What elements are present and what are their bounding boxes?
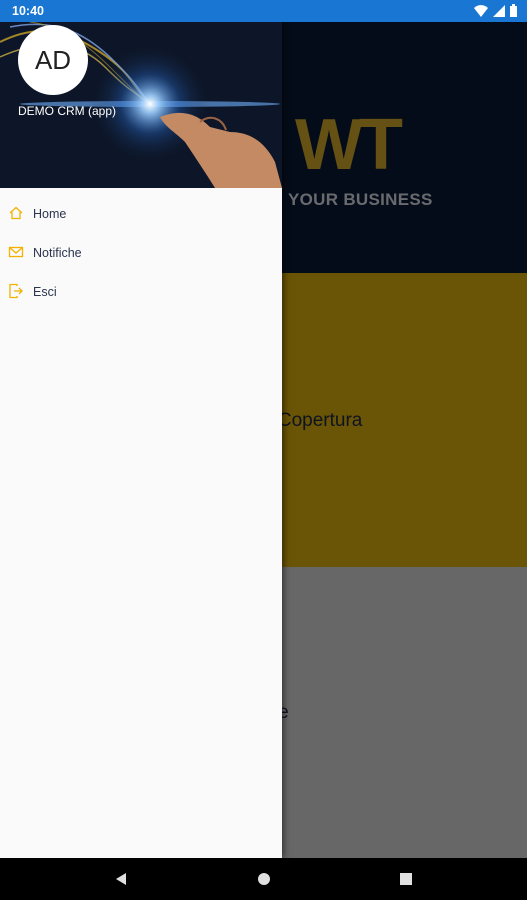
menu-item-esci[interactable]: Esci (0, 274, 282, 310)
menu-item-notifiche[interactable]: Notifiche (0, 235, 282, 271)
menu-item-home[interactable]: Home (0, 196, 282, 232)
home-icon (9, 206, 23, 220)
menu-item-label: Esci (33, 285, 57, 299)
menu-item-label: Notifiche (33, 246, 82, 260)
battery-icon (510, 4, 517, 17)
status-bar: 10:40 (0, 0, 527, 22)
signal-icon (493, 4, 505, 17)
drawer-app-name: DEMO CRM (app) (18, 104, 117, 118)
drawer-header: AD DEMO CRM (app) (0, 22, 282, 188)
navigation-drawer: AD DEMO CRM (app) Home Notifiche Esci (0, 22, 282, 858)
avatar[interactable]: AD (18, 25, 88, 95)
status-time: 10:40 (12, 4, 44, 18)
home-circle-icon[interactable] (257, 872, 271, 886)
exit-icon (9, 283, 23, 299)
status-icons (474, 4, 517, 17)
system-nav-bar (0, 858, 527, 900)
mail-icon (8, 246, 24, 258)
recents-icon[interactable] (399, 872, 413, 886)
back-icon[interactable] (114, 872, 128, 886)
app-content: WT YOUR BUSINESS a Copertura che (0, 22, 527, 858)
wifi-icon (474, 4, 488, 17)
menu-item-label: Home (33, 207, 67, 221)
